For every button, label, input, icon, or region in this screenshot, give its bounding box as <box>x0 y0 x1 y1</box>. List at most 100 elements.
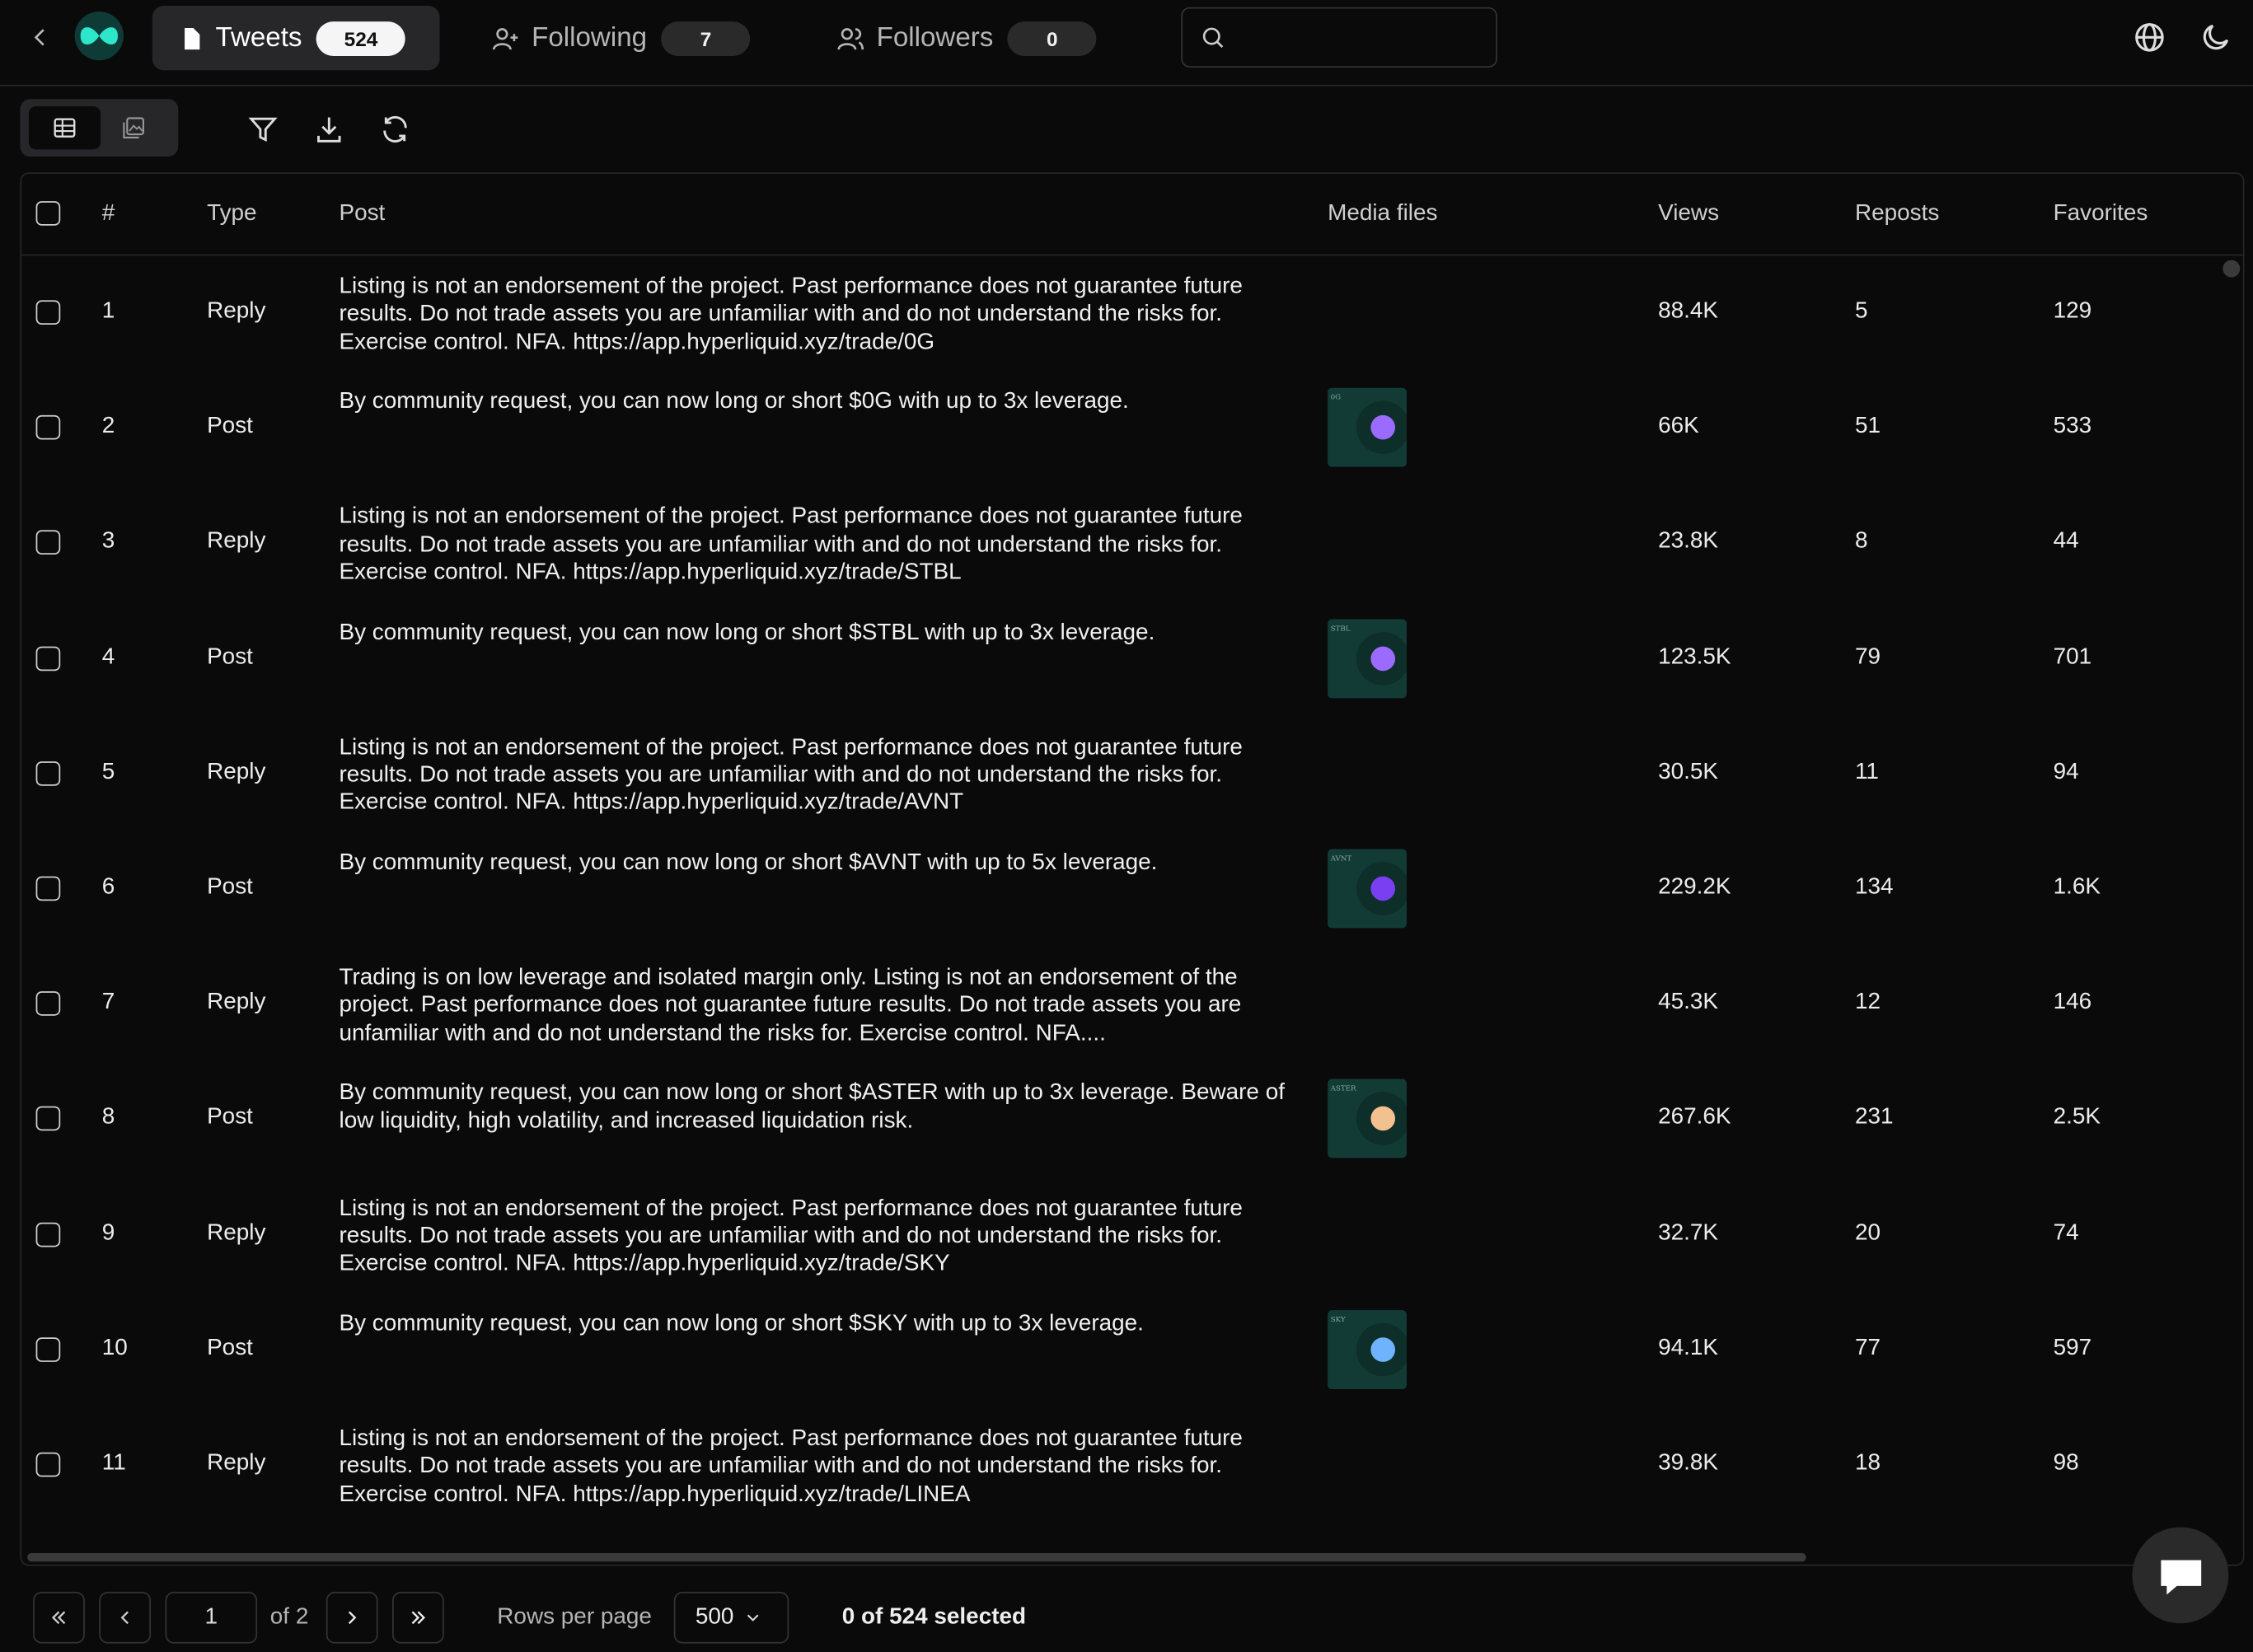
rows-per-page-label: Rows per page <box>497 1604 652 1630</box>
row-checkbox[interactable] <box>35 876 61 901</box>
row-post-text[interactable]: By community request, you can now long o… <box>339 849 1316 877</box>
row-post-text[interactable]: By community request, you can now long o… <box>339 1079 1316 1135</box>
last-page-button[interactable] <box>392 1591 444 1644</box>
thumbnail-ticker: 0G <box>1330 394 1342 403</box>
col-media-header[interactable]: Media files <box>1328 201 1437 227</box>
row-views: 123.5K <box>1658 644 1731 669</box>
table-row[interactable]: 7 Reply Trading is on low leverage and iso… <box>21 946 2243 1060</box>
row-post-text[interactable]: Listing is not an endorsement of the pro… <box>339 734 1316 817</box>
horizontal-scrollbar[interactable] <box>27 1552 1806 1562</box>
row-checkbox[interactable] <box>35 415 61 440</box>
row-favorites: 74 <box>2053 1220 2079 1245</box>
tab-followers[interactable]: Followers 0 <box>836 6 1097 70</box>
row-reposts: 134 <box>1854 874 1894 900</box>
table-row[interactable]: 5 Reply Listing is not an endorsement of t… <box>21 715 2243 830</box>
search-input[interactable] <box>1237 22 1487 52</box>
row-views: 229.2K <box>1658 874 1731 900</box>
media-thumbnail[interactable]: ASTER <box>1328 1079 1407 1159</box>
row-post-text[interactable]: By community request, you can now long o… <box>339 619 1316 647</box>
chevron-left-icon <box>34 29 44 46</box>
row-post-text[interactable]: Listing is not an endorsement of the pro… <box>339 273 1316 356</box>
first-page-button[interactable] <box>33 1591 85 1644</box>
globe-icon[interactable] <box>2133 20 2167 54</box>
row-views: 88.4K <box>1658 298 1719 324</box>
row-checkbox[interactable] <box>35 531 61 555</box>
row-number: 5 <box>101 760 115 784</box>
table-row[interactable]: 8 Post By community request, you can now l… <box>21 1060 2243 1175</box>
chat-icon <box>2160 1559 2201 1594</box>
row-type: Reply <box>207 529 266 554</box>
gallery-view-button[interactable] <box>98 106 170 149</box>
row-number: 11 <box>101 1451 126 1476</box>
tab-following-label: Following <box>532 22 648 53</box>
page-number-input[interactable] <box>165 1591 258 1644</box>
row-reposts: 5 <box>1854 298 1868 324</box>
row-type: Reply <box>207 1451 266 1476</box>
row-post-text[interactable]: By community request, you can now long o… <box>339 1310 1316 1338</box>
col-type-header[interactable]: Type <box>207 201 256 227</box>
row-post-text[interactable]: Trading is on low leverage and isolated … <box>339 964 1316 1047</box>
chat-button[interactable] <box>2132 1527 2229 1624</box>
media-thumbnail[interactable]: AVNT <box>1328 849 1407 929</box>
table-view-icon <box>54 118 76 138</box>
thumbnail-ticker: AVNT <box>1330 854 1352 863</box>
table-row[interactable]: 1 Reply Listing is not an endorsement of t… <box>21 255 2243 369</box>
media-thumbnail[interactable]: 0G <box>1328 388 1407 467</box>
table-row[interactable]: 6 Post By community request, you can now l… <box>21 831 2243 945</box>
table-row[interactable]: 3 Reply Listing is not an endorsement of t… <box>21 484 2243 599</box>
document-icon <box>185 27 200 49</box>
media-thumbnail[interactable]: STBL <box>1328 618 1407 698</box>
row-post-text[interactable]: Listing is not an endorsement of the pro… <box>339 503 1316 587</box>
row-post-text[interactable]: By community request, you can now long o… <box>339 388 1316 416</box>
gallery-view-icon <box>123 117 144 138</box>
row-reposts: 51 <box>1854 414 1881 439</box>
row-checkbox[interactable] <box>35 991 61 1017</box>
moon-icon[interactable] <box>2199 20 2233 54</box>
col-favorites-header[interactable]: Favorites <box>2054 201 2148 227</box>
table-view-button[interactable] <box>28 106 101 150</box>
row-post-text[interactable]: Listing is not an endorsement of the pro… <box>339 1425 1316 1509</box>
next-page-button[interactable] <box>326 1591 378 1644</box>
search-box[interactable] <box>1181 7 1497 68</box>
table-row[interactable]: 9 Reply Listing is not an endorsement of t… <box>21 1176 2243 1290</box>
table-row[interactable]: 10 Post By community request, you can now … <box>21 1291 2243 1406</box>
row-favorites: 2.5K <box>2053 1105 2101 1130</box>
tab-tweets[interactable]: Tweets 524 <box>152 5 440 71</box>
select-all-checkbox[interactable] <box>35 201 61 226</box>
row-number: 10 <box>101 1336 128 1360</box>
refresh-icon[interactable] <box>379 114 410 145</box>
col-post-header[interactable]: Post <box>339 201 385 227</box>
col-reposts-header[interactable]: Reposts <box>1855 201 1939 227</box>
download-icon[interactable] <box>313 114 344 145</box>
row-type: Reply <box>207 990 266 1015</box>
table-row[interactable]: 11 Reply Listing is not an endorsement of … <box>21 1406 2243 1521</box>
row-checkbox[interactable] <box>35 1452 61 1477</box>
prev-page-button[interactable] <box>99 1591 152 1644</box>
row-views: 23.8K <box>1658 529 1719 554</box>
row-post-text[interactable]: Listing is not an endorsement of the pro… <box>339 1195 1316 1278</box>
row-number: 7 <box>101 990 115 1015</box>
col-views-header[interactable]: Views <box>1658 201 1719 227</box>
row-reposts: 12 <box>1854 990 1881 1015</box>
media-thumbnail[interactable]: SKY <box>1328 1309 1407 1389</box>
row-checkbox[interactable] <box>35 1107 61 1131</box>
row-type: Reply <box>207 760 266 784</box>
tab-following[interactable]: Following 7 <box>491 6 751 70</box>
col-num-header[interactable]: # <box>102 201 115 227</box>
row-views: 66K <box>1658 414 1699 439</box>
back-button[interactable] <box>23 20 58 54</box>
row-checkbox[interactable] <box>35 300 61 325</box>
rows-per-page-select[interactable]: 500 <box>673 1591 789 1644</box>
app-logo[interactable] <box>74 11 124 61</box>
row-checkbox[interactable] <box>35 760 61 786</box>
row-views: 32.7K <box>1658 1220 1719 1245</box>
table-row[interactable]: 4 Post By community request, you can now l… <box>21 600 2243 714</box>
row-checkbox[interactable] <box>35 1222 61 1247</box>
table-row[interactable]: 2 Post By community request, you can now l… <box>21 369 2243 484</box>
row-checkbox[interactable] <box>35 645 61 671</box>
vertical-scrollbar[interactable] <box>2223 260 2241 278</box>
row-favorites: 44 <box>2053 529 2079 554</box>
pagination: of 2 Rows per page 500 0 of 524 selected <box>0 1580 2253 1652</box>
row-checkbox[interactable] <box>35 1336 61 1362</box>
filter-icon[interactable] <box>247 114 279 145</box>
